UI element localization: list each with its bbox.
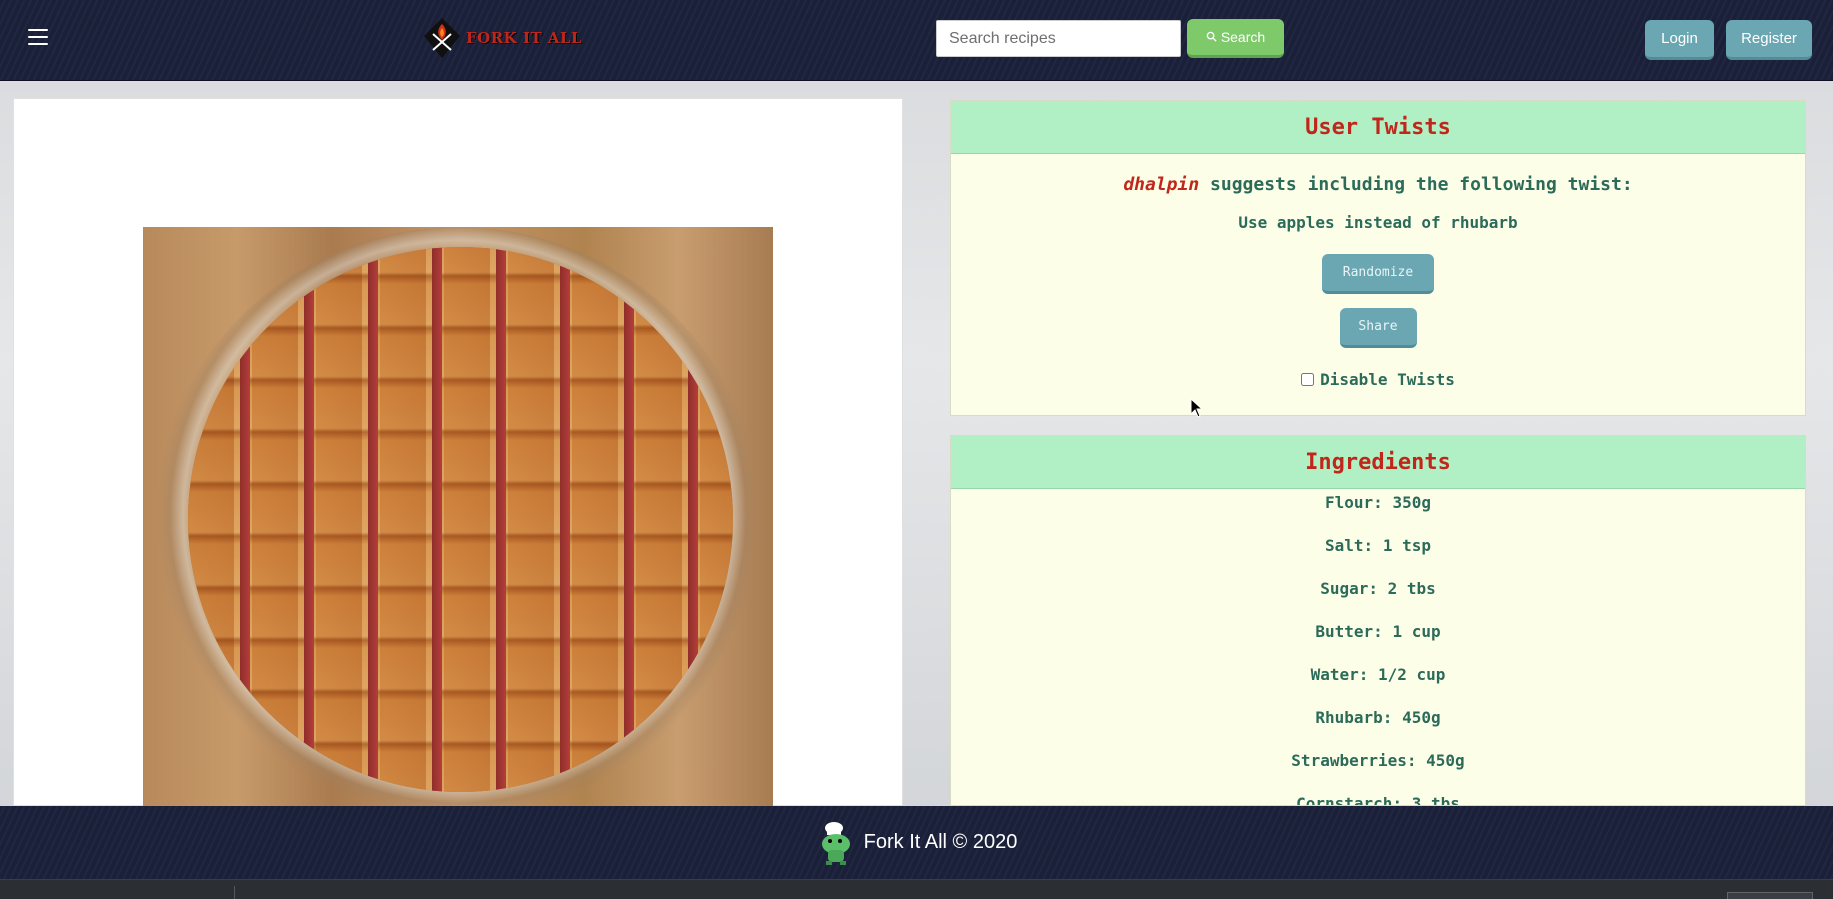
ingredient-item: Butter: 1 cup — [1315, 622, 1441, 641]
search-bar: Search — [936, 19, 1284, 58]
search-icon — [1206, 29, 1217, 45]
ingredient-item: Flour: 350g — [1325, 493, 1431, 512]
disable-twists-toggle[interactable]: Disable Twists — [951, 370, 1805, 389]
ingredients-panel: Ingredients Flour: 350g Salt: 1 tsp Suga… — [950, 435, 1806, 806]
twist-suggestion: dhalpin suggests including the following… — [951, 174, 1805, 195]
chef-mascot-icon — [816, 820, 856, 866]
login-button[interactable]: Login — [1645, 20, 1714, 60]
register-button[interactable]: Register — [1726, 20, 1812, 60]
site-footer: Fork It All © 2020 — [0, 806, 1833, 879]
disable-twists-checkbox[interactable] — [1301, 373, 1315, 386]
search-input[interactable] — [936, 20, 1181, 57]
menu-icon[interactable] — [28, 29, 48, 45]
taskbar-box[interactable] — [1727, 892, 1813, 899]
ingredient-item: Sugar: 2 tbs — [1320, 579, 1436, 598]
recipe-image-card — [13, 98, 903, 807]
ingredient-item: Cornstarch: 3 tbs — [1296, 794, 1460, 806]
bottom-taskbar-strip — [0, 879, 1833, 899]
twist-username[interactable]: dhalpin — [1123, 174, 1199, 195]
ingredients-list: Flour: 350g Salt: 1 tsp Sugar: 2 tbs But… — [951, 489, 1805, 806]
ingredient-item: Water: 1/2 cup — [1310, 665, 1446, 684]
logo-text: FORK IT ALL — [466, 29, 583, 47]
user-twists-panel: User Twists dhalpin suggests including t… — [950, 100, 1806, 416]
fork-logo-icon — [420, 16, 464, 60]
top-navbar: FORK IT ALL Search Login Register — [0, 0, 1833, 81]
ingredients-title: Ingredients — [951, 436, 1805, 489]
share-button[interactable]: Share — [1339, 308, 1417, 348]
randomize-button[interactable]: Randomize — [1322, 254, 1434, 294]
pie-crust — [188, 247, 733, 792]
search-button-label: Search — [1220, 29, 1266, 45]
twist-suggests-text: suggests including the following twist: — [1210, 174, 1633, 195]
twist-text: Use apples instead of rhubarb — [1238, 213, 1518, 232]
mouse-cursor-icon — [1190, 397, 1204, 418]
footer-text: Fork It All © 2020 — [863, 831, 1018, 853]
ingredient-item: Rhubarb: 450g — [1315, 708, 1441, 727]
site-logo[interactable]: FORK IT ALL — [420, 16, 582, 60]
disable-twists-label: Disable Twists — [1320, 370, 1455, 389]
search-button[interactable]: Search — [1187, 19, 1284, 58]
recipe-photo — [143, 227, 773, 807]
user-twists-title: User Twists — [951, 101, 1805, 154]
ingredient-item: Strawberries: 450g — [1291, 751, 1465, 770]
ingredient-item: Salt: 1 tsp — [1325, 536, 1431, 555]
